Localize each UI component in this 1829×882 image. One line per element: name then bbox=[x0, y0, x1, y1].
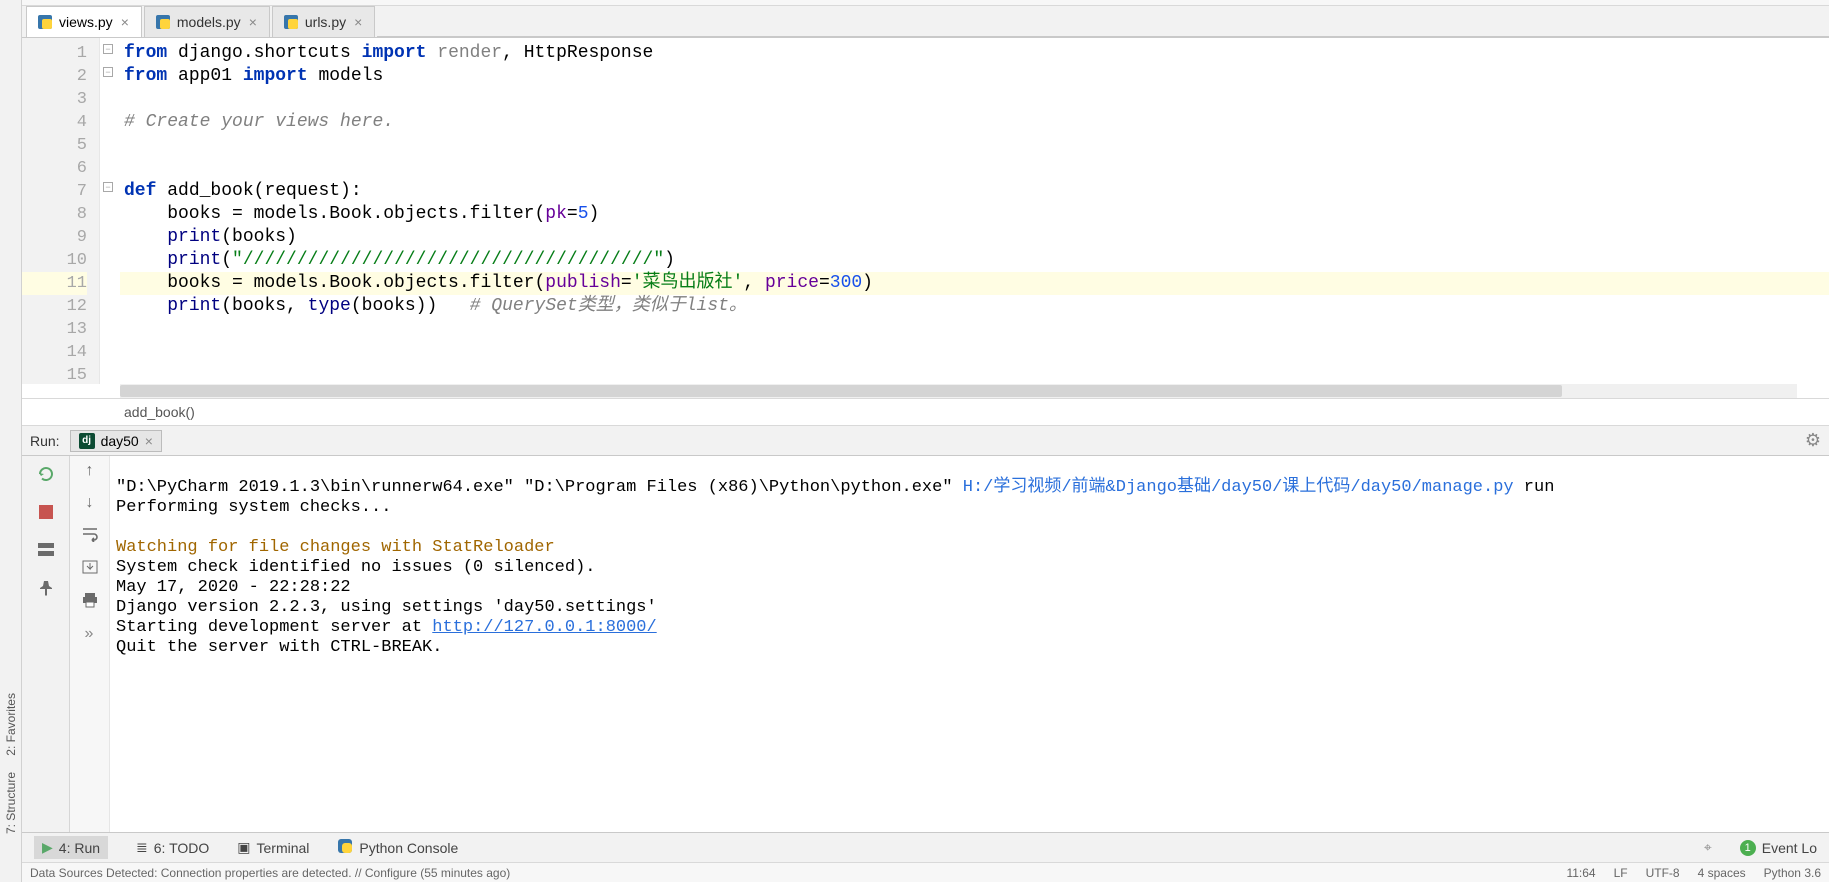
console-line: May 17, 2020 - 22:28:22 bbox=[116, 578, 351, 597]
line-separator[interactable]: LF bbox=[1614, 866, 1628, 880]
run-header: Run: dj day50 × ⚙ bbox=[22, 426, 1829, 456]
status-message: Data Sources Detected: Connection proper… bbox=[30, 866, 510, 880]
tab-models-py[interactable]: models.py × bbox=[144, 6, 270, 37]
layout-button[interactable] bbox=[34, 538, 58, 562]
run-tool-window: Run: dj day50 × ⚙ bbox=[22, 426, 1829, 832]
tool-label: Python Console bbox=[359, 840, 458, 856]
python-file-icon bbox=[155, 14, 171, 30]
horizontal-scrollbar[interactable] bbox=[120, 384, 1797, 398]
python-file-icon bbox=[37, 14, 53, 30]
console-line: "D:\PyCharm 2019.1.3\bin\runnerw64.exe" … bbox=[116, 478, 1554, 497]
editor-tabs: views.py × models.py × urls.py × bbox=[22, 6, 1829, 38]
event-count-badge: 1 bbox=[1740, 840, 1756, 856]
structure-tool[interactable]: 7: Structure bbox=[4, 772, 18, 834]
todo-toolwindow-button[interactable]: ≣ 6: TODO bbox=[136, 839, 209, 856]
console-line: Django version 2.2.3, using settings 'da… bbox=[116, 598, 657, 617]
run-config-tab[interactable]: dj day50 × bbox=[70, 430, 162, 452]
python-console-toolwindow-button[interactable]: Python Console bbox=[337, 838, 458, 857]
terminal-toolwindow-button[interactable]: ▣ Terminal bbox=[237, 839, 309, 856]
up-arrow-icon[interactable]: ↑ bbox=[86, 462, 94, 480]
run-label: Run: bbox=[30, 433, 60, 449]
fold-strip: − − − bbox=[100, 38, 120, 384]
status-bar: Data Sources Detected: Connection proper… bbox=[22, 862, 1829, 882]
print-icon[interactable] bbox=[81, 592, 99, 611]
server-url-link[interactable]: http://127.0.0.1:8000/ bbox=[432, 618, 656, 637]
tab-label: urls.py bbox=[305, 14, 346, 30]
fold-toggle-icon[interactable]: − bbox=[103, 67, 113, 77]
console-line: Starting development server at http://12… bbox=[116, 618, 657, 637]
left-tool-strip: 2: Favorites 7: Structure bbox=[0, 0, 22, 882]
down-arrow-icon[interactable]: ↓ bbox=[86, 494, 94, 512]
django-icon: dj bbox=[79, 433, 95, 449]
tab-views-py[interactable]: views.py × bbox=[26, 6, 142, 37]
more-icon[interactable]: » bbox=[85, 625, 95, 643]
run-toolbar-primary bbox=[22, 456, 70, 832]
scroll-to-end-icon[interactable] bbox=[81, 559, 99, 578]
cursor-position[interactable]: 11:64 bbox=[1566, 866, 1595, 880]
cursor-icon: ⌖ bbox=[1704, 839, 1712, 856]
editor-breadcrumb[interactable]: add_book() bbox=[22, 398, 1829, 426]
tool-label: Terminal bbox=[257, 840, 310, 856]
tab-urls-py[interactable]: urls.py × bbox=[272, 6, 375, 37]
event-log-button[interactable]: 1 Event Lo bbox=[1740, 840, 1817, 856]
close-icon[interactable]: × bbox=[119, 14, 131, 30]
tab-label: views.py bbox=[59, 14, 113, 30]
indent-setting[interactable]: 4 spaces bbox=[1698, 866, 1746, 880]
console-line: Quit the server with CTRL-BREAK. bbox=[116, 638, 442, 657]
python-file-icon bbox=[283, 14, 299, 30]
file-encoding[interactable]: UTF-8 bbox=[1646, 866, 1680, 880]
run-toolwindow-button[interactable]: ▶ 4: Run bbox=[34, 836, 108, 859]
fold-toggle-icon[interactable]: − bbox=[103, 44, 113, 54]
tool-label: 6: TODO bbox=[154, 840, 210, 856]
fold-toggle-icon[interactable]: − bbox=[103, 182, 113, 192]
code-area[interactable]: from django.shortcuts import render, Htt… bbox=[120, 38, 1829, 384]
terminal-icon: ▣ bbox=[237, 839, 250, 856]
console-line: Performing system checks... bbox=[116, 498, 391, 517]
gear-icon[interactable]: ⚙ bbox=[1805, 430, 1821, 451]
run-icon: ▶ bbox=[42, 839, 53, 856]
python-icon bbox=[337, 838, 353, 857]
line-number-gutter: 123456789101112131415 bbox=[22, 38, 100, 384]
run-config-name: day50 bbox=[101, 433, 139, 449]
run-toolbar-secondary: ↑ ↓ » bbox=[70, 456, 110, 832]
bottom-tool-bar: ▶ 4: Run ≣ 6: TODO ▣ Terminal Python Con… bbox=[22, 832, 1829, 862]
breadcrumb-function: add_book() bbox=[124, 404, 195, 420]
close-icon[interactable]: × bbox=[145, 433, 153, 449]
rerun-button[interactable] bbox=[34, 462, 58, 486]
close-icon[interactable]: × bbox=[352, 14, 364, 30]
pin-button[interactable] bbox=[34, 576, 58, 600]
console-line: Watching for file changes with StatReloa… bbox=[116, 538, 555, 557]
console-line: System check identified no issues (0 sil… bbox=[116, 558, 595, 577]
console-output[interactable]: "D:\PyCharm 2019.1.3\bin\runnerw64.exe" … bbox=[110, 456, 1829, 832]
soft-wrap-icon[interactable] bbox=[81, 526, 99, 545]
list-icon: ≣ bbox=[136, 839, 148, 856]
stop-button[interactable] bbox=[34, 500, 58, 524]
tool-label: Event Lo bbox=[1762, 840, 1817, 856]
tool-label: 4: Run bbox=[59, 840, 100, 856]
python-interpreter[interactable]: Python 3.6 bbox=[1764, 866, 1821, 880]
code-editor[interactable]: 123456789101112131415 − − − from django.… bbox=[22, 38, 1829, 384]
favorites-tool[interactable]: 2: Favorites bbox=[4, 693, 18, 756]
tab-label: models.py bbox=[177, 14, 241, 30]
close-icon[interactable]: × bbox=[247, 14, 259, 30]
